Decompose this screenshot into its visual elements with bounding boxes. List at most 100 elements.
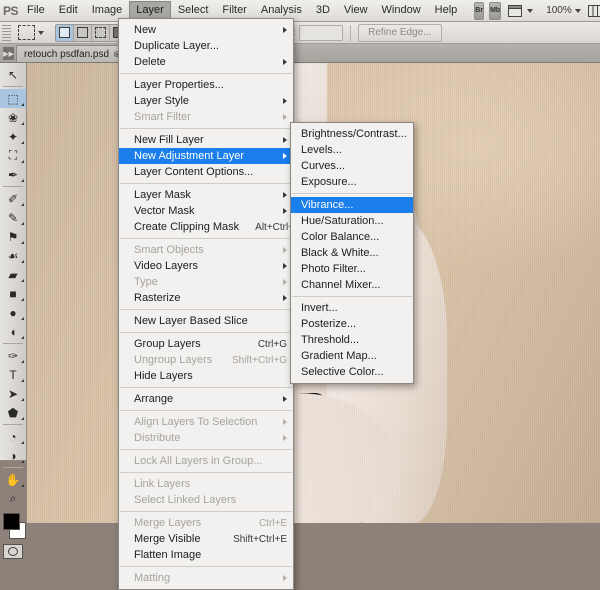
menu-item-label: New <box>134 24 157 36</box>
menu-item-channel-mixer[interactable]: Channel Mixer... <box>291 277 413 293</box>
submenu-arrow-icon <box>283 153 287 159</box>
options-bar: F ▾ Width: ⇄ Height: Refine Edge... <box>0 22 600 44</box>
menu-item-label: Gradient Map... <box>301 350 377 362</box>
layer-menu-dropdown[interactable]: New Duplicate Layer... Delete Layer Propert… <box>118 18 302 590</box>
menu-separator <box>120 566 292 567</box>
menu-item-label: Distribute <box>134 432 181 444</box>
spot-healing-brush-tool[interactable]: ✐ <box>0 189 26 208</box>
menubar-item-3d[interactable]: 3D <box>309 1 337 20</box>
menu-item-new-layer-based-slice[interactable]: New Layer Based Slice <box>119 313 293 329</box>
menubar-item-file[interactable]: File <box>20 1 52 20</box>
tool-submenu-indicator-icon <box>18 417 24 420</box>
eyedropper-tool[interactable]: ✒ <box>0 165 26 184</box>
menu-item-hue-saturation[interactable]: Hue/Saturation... <box>291 213 413 229</box>
menu-item-new[interactable]: New <box>119 22 293 38</box>
menubar-item-edit[interactable]: Edit <box>52 1 85 20</box>
3d-camera-rotate-tool[interactable]: ◑ <box>0 446 26 465</box>
launch-bridge-button[interactable]: Br <box>474 1 485 20</box>
rectangle-tool[interactable]: ⬟ <box>0 403 26 422</box>
dodge-tool[interactable]: ◖ <box>0 322 26 341</box>
menu-item-color-balance[interactable]: Color Balance... <box>291 229 413 245</box>
submenu-arrow-icon <box>283 208 287 214</box>
lasso-tool[interactable]: ❀ <box>0 108 26 127</box>
height-input[interactable] <box>299 24 344 41</box>
menu-item-photo-filter[interactable]: Photo Filter... <box>291 261 413 277</box>
menu-item-gradient-map[interactable]: Gradient Map... <box>291 348 413 364</box>
zoom-tool[interactable]: ⌕ <box>0 489 26 508</box>
menu-item-layer-content-options[interactable]: Layer Content Options... <box>119 164 293 180</box>
edit-in-quick-mask-mode-button[interactable] <box>3 544 23 559</box>
menu-item-curves[interactable]: Curves... <box>291 158 413 174</box>
menu-item-create-clipping-mask[interactable]: Create Clipping Mask Alt+Ctrl+G <box>119 219 302 235</box>
menubar-item-view[interactable]: View <box>337 1 375 20</box>
arrange-documents-control[interactable] <box>586 3 600 18</box>
menu-item-align-layers-to-selection: Align Layers To Selection <box>119 414 293 430</box>
menu-item-exposure[interactable]: Exposure... <box>291 174 413 190</box>
history-brush-icon: ☙ <box>7 248 19 263</box>
menu-item-threshold[interactable]: Threshold... <box>291 332 413 348</box>
menu-item-video-layers[interactable]: Video Layers <box>119 258 293 274</box>
rectangular-marquee-tool[interactable]: ⬚ <box>0 89 26 108</box>
menu-item-group-layers[interactable]: Group Layers Ctrl+G <box>119 336 293 352</box>
horizontal-type-tool[interactable]: T <box>0 365 26 384</box>
clone-stamp-tool[interactable]: ⚑ <box>0 227 26 246</box>
color-swatches[interactable] <box>0 511 26 541</box>
launch-mini-bridge-button[interactable]: Mb <box>489 1 502 20</box>
add-to-selection-button[interactable] <box>74 24 92 41</box>
menubar-item-window[interactable]: Window <box>375 1 428 20</box>
pen-tool[interactable]: ✑ <box>0 346 26 365</box>
gradient-tool[interactable]: ■ <box>0 284 26 303</box>
menu-item-rasterize[interactable]: Rasterize <box>119 290 293 306</box>
menu-item-arrange[interactable]: Arrange <box>119 391 293 407</box>
menu-item-selective-color[interactable]: Selective Color... <box>291 364 413 380</box>
tool-submenu-indicator-icon <box>18 360 24 363</box>
menu-separator <box>292 193 412 194</box>
menu-item-duplicate-layer[interactable]: Duplicate Layer... <box>119 38 293 54</box>
subtract-from-selection-button[interactable] <box>92 24 110 41</box>
tab-bar-grip[interactable]: ▶▶ <box>3 47 14 60</box>
blur-tool[interactable]: ● <box>0 303 26 322</box>
menu-item-layer-style[interactable]: Layer Style <box>119 93 293 109</box>
toolbar-divider <box>3 186 23 187</box>
menu-item-layer-mask[interactable]: Layer Mask <box>119 187 293 203</box>
move-tool[interactable]: ↖ <box>0 65 26 84</box>
options-bar-grip[interactable] <box>2 24 11 41</box>
menu-item-posterize[interactable]: Posterize... <box>291 316 413 332</box>
path-selection-tool[interactable]: ➤ <box>0 384 26 403</box>
zoom-chevron-down-icon[interactable] <box>574 8 581 13</box>
menu-item-levels[interactable]: Levels... <box>291 142 413 158</box>
menu-item-delete[interactable]: Delete <box>119 54 293 70</box>
menu-item-link-layers: Link Layers <box>119 476 293 492</box>
menu-item-layer-properties[interactable]: Layer Properties... <box>119 77 293 93</box>
new-adjustment-layer-submenu[interactable]: Brightness/Contrast... Levels... Curves...… <box>290 122 414 384</box>
menubar-item-help[interactable]: Help <box>428 1 465 20</box>
hand-tool[interactable]: ✋ <box>0 470 26 489</box>
menu-item-vector-mask[interactable]: Vector Mask <box>119 203 293 219</box>
rectangular-marquee-icon[interactable] <box>18 25 35 40</box>
history-brush-tool[interactable]: ☙ <box>0 246 26 265</box>
horizontal-type-icon: T <box>9 367 17 382</box>
quick-selection-tool[interactable]: ✦ <box>0 127 26 146</box>
menu-item-black-white[interactable]: Black & White... <box>291 245 413 261</box>
foreground-color-swatch[interactable] <box>3 513 20 530</box>
menu-item-merge-visible[interactable]: Merge Visible Shift+Ctrl+E <box>119 531 293 547</box>
menu-item-smart-objects: Smart Objects <box>119 242 293 258</box>
menu-item-new-fill-layer[interactable]: New Fill Layer <box>119 132 293 148</box>
crop-tool[interactable]: ⛶ <box>0 146 26 165</box>
menu-item-brightness-contrast[interactable]: Brightness/Contrast... <box>291 126 413 142</box>
refine-edge-button[interactable]: Refine Edge... <box>358 23 442 42</box>
menu-item-flatten-image[interactable]: Flatten Image <box>119 547 293 563</box>
eraser-tool[interactable]: ▰ <box>0 265 26 284</box>
menu-item-hide-layers[interactable]: Hide Layers <box>119 368 293 384</box>
tool-preset-chevron-down-icon[interactable] <box>38 30 44 35</box>
new-selection-button[interactable] <box>56 24 74 41</box>
menu-item-invert[interactable]: Invert... <box>291 300 413 316</box>
menu-item-new-adjustment-layer[interactable]: New Adjustment Layer <box>119 148 293 164</box>
menu-item-vibrance[interactable]: Vibrance... <box>291 197 413 213</box>
photoshop-window: PS File Edit Image Layer Select Filter Analysi… <box>0 0 600 590</box>
zoom-icon: ⌕ <box>9 491 17 505</box>
document-tab[interactable]: retouch psdfan.psd ⊗ <box>16 45 129 62</box>
screen-mode-control[interactable] <box>506 3 538 18</box>
3d-object-rotate-tool[interactable]: ◔ <box>0 427 26 446</box>
brush-tool[interactable]: ✎ <box>0 208 26 227</box>
